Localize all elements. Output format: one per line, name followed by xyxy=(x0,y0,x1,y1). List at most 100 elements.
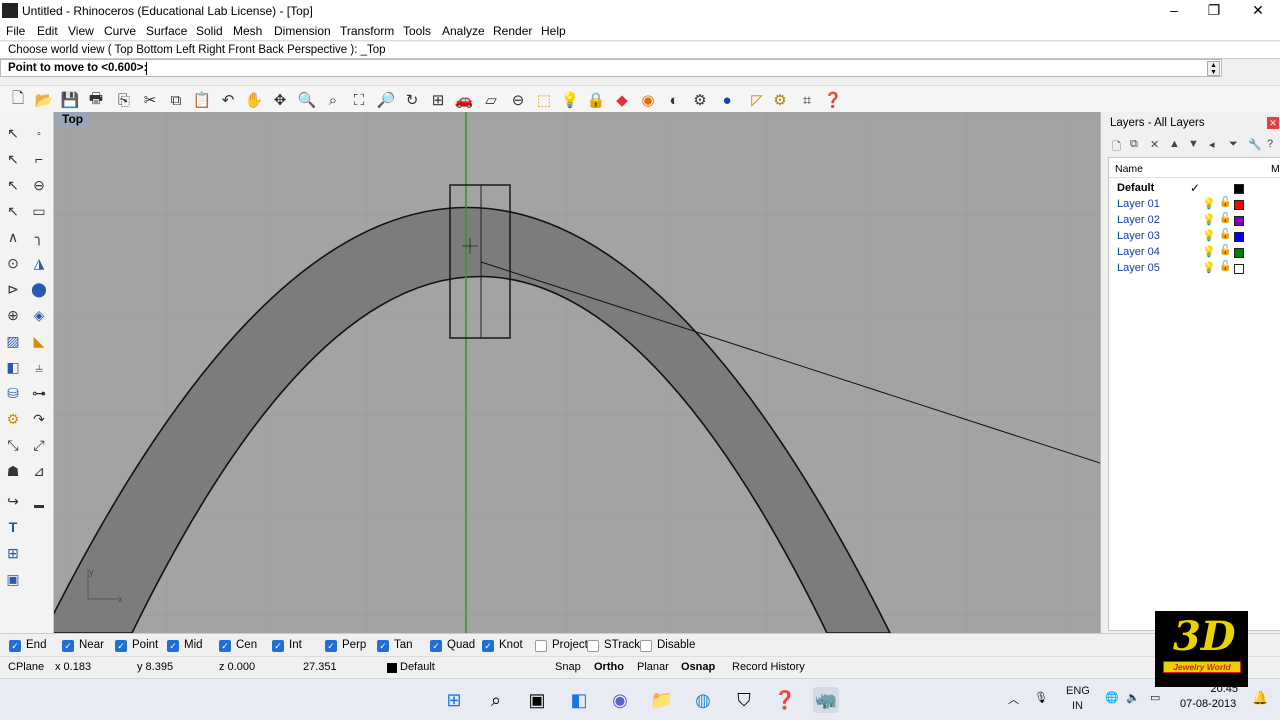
file-explorer-icon[interactable]: 📁 xyxy=(649,687,675,713)
layer-color-swatch[interactable] xyxy=(1234,184,1244,194)
curve-icon[interactable]: ∧ xyxy=(2,226,24,248)
network-icon[interactable]: 🌐 xyxy=(1105,691,1119,704)
fillet-curve-icon[interactable]: ╮ xyxy=(28,226,50,248)
command-scroll-spinner[interactable]: ▲ ▼ xyxy=(1207,61,1220,76)
arc-icon[interactable]: ⊳ xyxy=(2,278,24,300)
new-layer-icon[interactable]: 🗋 xyxy=(1112,138,1121,157)
menu-mesh[interactable]: Mesh xyxy=(233,24,262,38)
layer-row-01[interactable]: Layer 01 💡 🔓 xyxy=(1109,197,1280,213)
polyline-icon[interactable]: ⌐ xyxy=(28,148,50,170)
status-cplane[interactable]: CPlane xyxy=(8,661,44,673)
select-points-icon[interactable]: ↖ xyxy=(2,148,24,170)
chat-icon[interactable]: ◉ xyxy=(607,687,633,713)
menu-transform[interactable]: Transform xyxy=(340,24,394,38)
ruler-icon[interactable]: ▬ xyxy=(28,494,50,516)
point-icon[interactable]: ∘ xyxy=(28,122,50,144)
store-icon[interactable]: ⛉ xyxy=(731,687,757,713)
polygon-icon[interactable]: ⊕ xyxy=(2,304,24,326)
layer-color-swatch[interactable] xyxy=(1234,200,1244,210)
zoom-window-icon[interactable]: ⌕ xyxy=(322,89,344,111)
save-icon[interactable]: 💾 xyxy=(59,89,81,111)
cut-icon[interactable]: ✂ xyxy=(139,89,161,111)
clock-date[interactable]: 07-08-2013 xyxy=(1180,698,1236,710)
checkbox-checked-icon[interactable]: ✓ xyxy=(377,640,389,652)
battery-icon[interactable]: ▭ xyxy=(1150,691,1160,704)
select-arrow-icon[interactable]: ↖ xyxy=(2,122,24,144)
checkbox-unchecked-icon[interactable] xyxy=(640,640,652,652)
tray-chevron-icon[interactable]: ︿ xyxy=(1008,691,1019,707)
bulb-icon[interactable]: 💡 xyxy=(1202,261,1216,274)
menu-surface[interactable]: Surface xyxy=(146,24,187,38)
checkbox-checked-icon[interactable]: ✓ xyxy=(167,640,179,652)
blend-icon[interactable]: ⊶ xyxy=(28,382,50,404)
box-solid-icon[interactable]: ◧ xyxy=(2,356,24,378)
transform-gear-icon[interactable]: ⚙ xyxy=(2,408,24,430)
construction-plane-icon[interactable]: ⊖ xyxy=(507,89,529,111)
help-icon[interactable]: ❓ xyxy=(772,687,798,713)
select-surfaces-icon[interactable]: ↖ xyxy=(2,200,24,222)
new-sublayer-icon[interactable]: ⧉ xyxy=(1130,138,1138,151)
task-view-icon[interactable]: ▣ xyxy=(524,687,550,713)
extrude-surface-icon[interactable]: ◈ xyxy=(28,304,50,326)
maximize-button[interactable]: ❐ xyxy=(1192,0,1236,21)
language-top[interactable]: ENG xyxy=(1066,685,1090,697)
layer-icon[interactable]: ◆ xyxy=(611,89,633,111)
menu-file[interactable]: File xyxy=(6,24,25,38)
clock-time[interactable]: 20:45 xyxy=(1206,683,1238,695)
cylinder-icon[interactable]: ⛁ xyxy=(2,382,24,404)
close-button[interactable]: ✕ xyxy=(1236,0,1280,21)
loft-icon[interactable]: ▨ xyxy=(2,330,24,352)
wireframe-icon[interactable]: ▱ xyxy=(480,89,502,111)
layer-row-04[interactable]: Layer 04 💡 🔓 xyxy=(1109,245,1280,261)
layer-row-03[interactable]: Layer 03 💡 🔓 xyxy=(1109,229,1280,245)
circle-icon[interactable]: ⊙ xyxy=(2,252,24,274)
checkbox-checked-icon[interactable]: ✓ xyxy=(482,640,494,652)
windows-start-icon[interactable]: ⊞ xyxy=(441,687,467,713)
edge-browser-icon[interactable]: ◍ xyxy=(690,687,716,713)
rotate-icon[interactable]: ↻ xyxy=(401,89,423,111)
ellipse-icon[interactable]: ⊖ xyxy=(28,174,50,196)
help-icon[interactable]: ❓ xyxy=(822,89,844,111)
transform-icon[interactable]: ⫨ xyxy=(28,356,50,378)
bulb-icon[interactable]: 💡 xyxy=(1202,197,1216,210)
menu-render[interactable]: Render xyxy=(493,24,532,38)
menu-edit[interactable]: Edit xyxy=(37,24,58,38)
top-viewport[interactable]: y x xyxy=(54,112,1100,633)
menu-view[interactable]: View xyxy=(68,24,94,38)
checkbox-unchecked-icon[interactable] xyxy=(535,640,547,652)
unlock-icon[interactable]: 🔓 xyxy=(1219,213,1231,224)
search-icon[interactable]: ⌕ xyxy=(483,687,509,713)
layer-row-default[interactable]: Default ✓ xyxy=(1109,181,1280,197)
filter-icon[interactable]: ⏷ xyxy=(1229,138,1238,151)
render-sphere-icon[interactable]: ● xyxy=(716,89,738,111)
bulb-icon[interactable]: 💡 xyxy=(1202,245,1216,258)
rectangle-icon[interactable]: ▭ xyxy=(28,200,50,222)
new-file-icon[interactable]: 🗋 xyxy=(7,89,29,111)
import-icon[interactable]: ⎘ xyxy=(113,89,135,111)
text-icon[interactable]: T xyxy=(2,516,24,538)
rotate-view-icon[interactable]: ✥ xyxy=(269,89,291,111)
rhino-app-icon[interactable]: 🦏 xyxy=(813,687,839,713)
viewport-title[interactable]: Top xyxy=(56,112,90,128)
checkbox-checked-icon[interactable]: ✓ xyxy=(115,640,127,652)
copy-icon[interactable]: ⧉ xyxy=(165,89,187,111)
menu-solid[interactable]: Solid xyxy=(196,24,223,38)
move-parent-icon[interactable]: ◂ xyxy=(1209,138,1215,151)
bulb-icon[interactable]: 💡 xyxy=(1202,213,1216,226)
car-icon[interactable]: 🚗 xyxy=(453,89,475,111)
notification-icon[interactable]: 🔔 xyxy=(1252,690,1268,706)
zoom-selected-icon[interactable]: 🔎 xyxy=(375,89,397,111)
array-icon[interactable]: ⊿ xyxy=(28,460,50,482)
planar-toggle[interactable]: Planar xyxy=(637,661,669,673)
record-history-toggle[interactable]: Record History xyxy=(732,661,805,673)
layer-color-swatch[interactable] xyxy=(1234,248,1244,258)
tools-icon[interactable]: 🔧 xyxy=(1248,138,1262,151)
layer-color-swatch[interactable] xyxy=(1234,264,1244,274)
analyze-icon[interactable]: ▣ xyxy=(2,568,24,590)
ortho-toggle[interactable]: Ortho xyxy=(594,661,624,673)
checkbox-checked-icon[interactable]: ✓ xyxy=(272,640,284,652)
move-down-icon[interactable]: ▼ xyxy=(1188,138,1199,150)
menu-curve[interactable]: Curve xyxy=(104,24,136,38)
snap-grid-icon[interactable]: ⬚ xyxy=(533,89,555,111)
rotate-3d-icon[interactable]: ↷ xyxy=(28,408,50,430)
